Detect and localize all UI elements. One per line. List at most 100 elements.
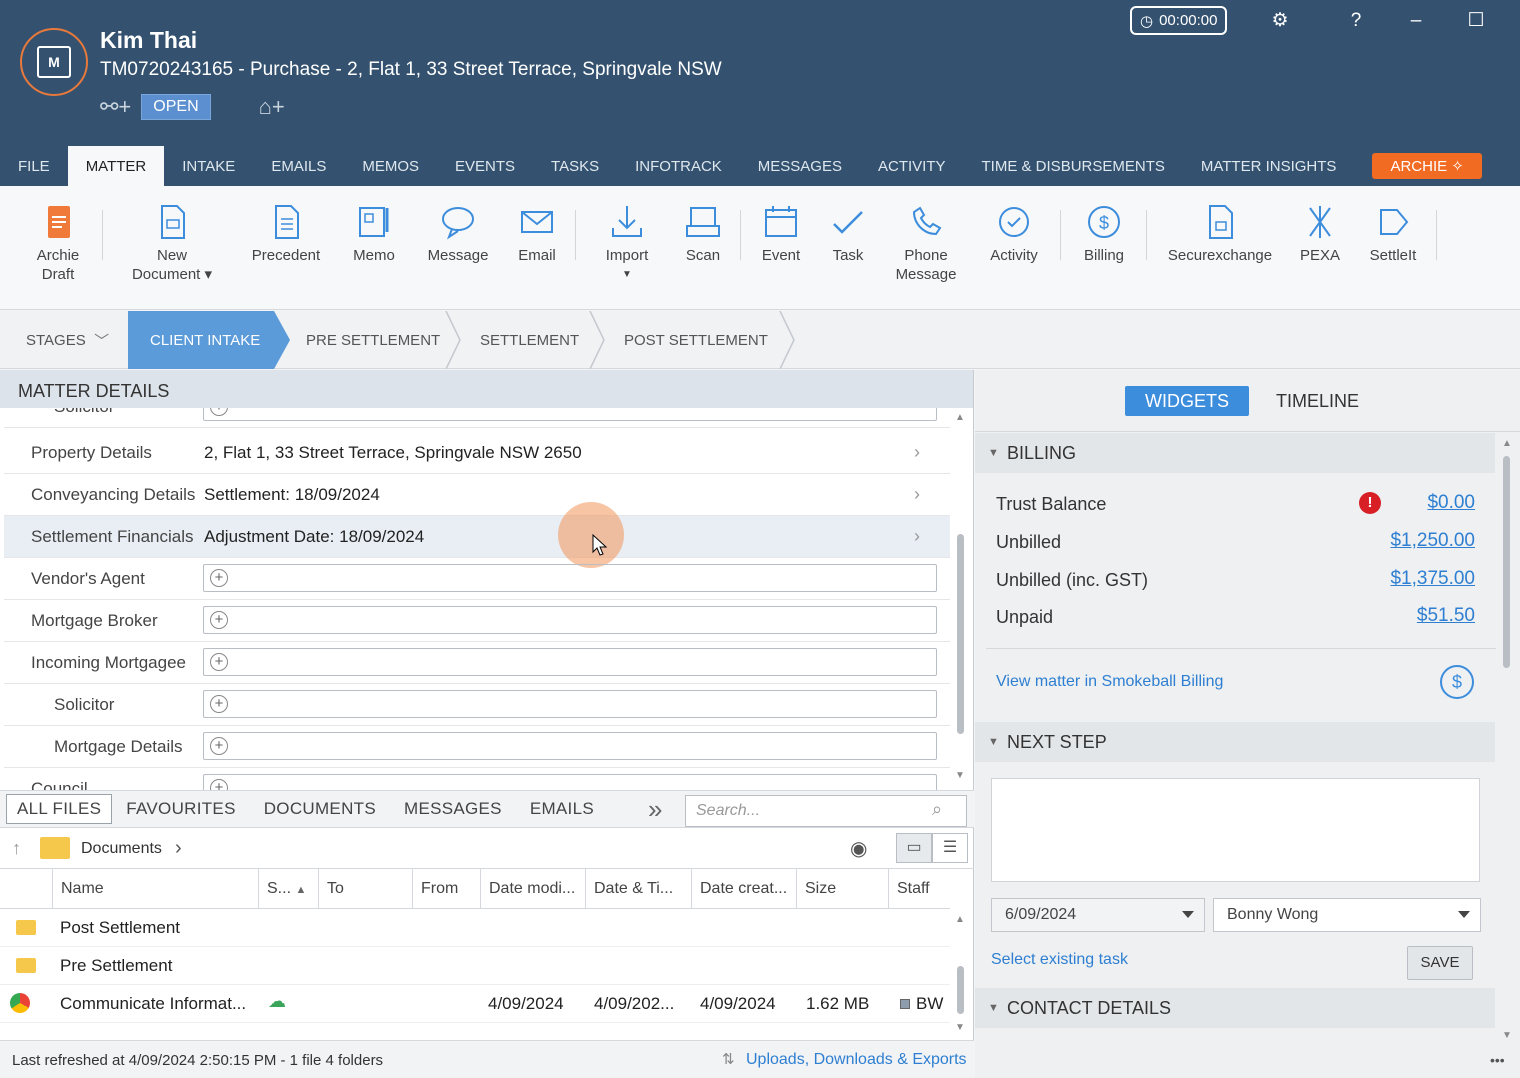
maximize-button[interactable]: ☐	[1446, 6, 1506, 35]
billing-dollar-icon[interactable]: $	[1440, 665, 1474, 699]
timer-button[interactable]: ◷ 00:00:00	[1130, 6, 1228, 35]
event-button[interactable]: Event	[758, 200, 804, 265]
tab-archie[interactable]: ARCHIE ✧	[1372, 153, 1482, 179]
help-button[interactable]: ?	[1326, 6, 1386, 35]
unbilled-gst-value[interactable]: $1,375.00	[1390, 568, 1475, 590]
stage-pre-settlement[interactable]: PRE SETTLEMENT	[306, 311, 440, 369]
tab-matter-insights[interactable]: MATTER INSIGHTS	[1183, 146, 1355, 186]
close-button[interactable]: ✕	[1506, 6, 1520, 35]
up-arrow-icon[interactable]: ↑	[12, 838, 21, 859]
tab-emails[interactable]: EMAILS	[516, 799, 608, 819]
list-item[interactable]: Mortgage Details +	[4, 726, 950, 768]
pexa-button[interactable]: PEXA	[1296, 200, 1344, 265]
table-row[interactable]: Pre Settlement	[0, 947, 950, 985]
tab-memos[interactable]: MEMOS	[344, 146, 437, 186]
next-step-section-header[interactable]: ▼ NEXT STEP	[975, 722, 1495, 762]
eye-icon[interactable]: ◉	[850, 836, 867, 861]
precedent-button[interactable]: Precedent	[248, 200, 324, 265]
col-date-modified[interactable]: Date modi...	[480, 869, 585, 909]
tab-file[interactable]: FILE	[0, 146, 68, 186]
add-tag-icon[interactable]: ⌂+	[259, 94, 285, 120]
tab-time-disbursements[interactable]: TIME & DISBURSEMENTS	[964, 146, 1183, 186]
list-item[interactable]: Mortgage Broker +	[4, 600, 950, 642]
securexchange-button[interactable]: Securexchange	[1164, 200, 1276, 265]
col-date-created[interactable]: Date creat...	[691, 869, 796, 909]
settleit-button[interactable]: SettleIt	[1362, 200, 1424, 265]
billing-section-header[interactable]: ▼ BILLING	[975, 433, 1495, 473]
col-name[interactable]: Name	[52, 869, 258, 909]
col-size[interactable]: Size	[796, 869, 888, 909]
stage-client-intake[interactable]: CLIENT INTAKE	[128, 311, 274, 369]
table-row[interactable]: Post Settlement	[0, 909, 950, 947]
tab-messages[interactable]: MESSAGES	[740, 146, 860, 186]
tab-widgets[interactable]: WIDGETS	[1125, 386, 1249, 416]
stages-dropdown[interactable]: STAGES ﹀	[26, 311, 109, 369]
next-step-date-select[interactable]: 6/09/2024	[991, 898, 1205, 932]
list-item[interactable]: Incoming Mortgagee +	[4, 642, 950, 684]
tab-favourites[interactable]: FAVOURITES	[112, 799, 249, 819]
list-item[interactable]: Council +	[4, 768, 950, 790]
matter-details-scrollbar[interactable]	[957, 534, 964, 734]
save-button[interactable]: SAVE	[1407, 946, 1473, 980]
scroll-up-icon[interactable]: ▲	[1502, 438, 1512, 449]
smokeball-billing-link[interactable]: View matter in Smokeball Billing	[996, 673, 1223, 691]
scroll-up-icon[interactable]: ▲	[955, 914, 965, 925]
status-badge[interactable]: OPEN	[141, 94, 211, 120]
col-date-time[interactable]: Date & Ti...	[585, 869, 691, 909]
folder-view-icon[interactable]: ▭	[896, 833, 932, 863]
billing-button[interactable]: $ Billing	[1076, 200, 1132, 265]
table-row[interactable]: Communicate Informat... ☁ 4/09/2024 4/09…	[0, 985, 950, 1023]
tab-timeline[interactable]: TIMELINE	[1256, 386, 1379, 416]
col-status[interactable]: S... ▲	[258, 869, 318, 909]
scroll-down-icon[interactable]: ▼	[1502, 1030, 1512, 1041]
more-options-icon[interactable]: •••	[1490, 1052, 1505, 1068]
archie-draft-button[interactable]: Archie Draft	[28, 200, 88, 284]
list-item[interactable]: Solicitor +	[4, 408, 950, 428]
select-existing-task-link[interactable]: Select existing task	[991, 951, 1128, 969]
minimize-button[interactable]: –	[1386, 6, 1446, 35]
message-button[interactable]: Message	[424, 200, 492, 265]
memo-button[interactable]: Memo	[346, 200, 402, 265]
next-step-staff-select[interactable]: Bonny Wong	[1213, 898, 1481, 932]
stage-settlement[interactable]: SETTLEMENT	[480, 311, 579, 369]
settings-gear-icon[interactable]: ⚙	[1250, 6, 1310, 35]
add-relationship-icon[interactable]: ⚯+	[100, 94, 131, 120]
tab-intake[interactable]: INTAKE	[164, 146, 253, 186]
stage-post-settlement[interactable]: POST SETTLEMENT	[624, 311, 768, 369]
col-staff[interactable]: Staff	[888, 869, 950, 909]
tab-tasks[interactable]: TASKS	[533, 146, 617, 186]
unbilled-value[interactable]: $1,250.00	[1390, 530, 1475, 552]
search-input[interactable]: Search...	[685, 795, 967, 827]
list-item[interactable]: Settlement Financials Adjustment Date: 1…	[4, 502, 950, 568]
widgets-scrollbar[interactable]	[1503, 456, 1510, 668]
trust-balance-value[interactable]: $0.00	[1427, 492, 1475, 514]
email-button[interactable]: Email	[512, 200, 562, 265]
files-scrollbar[interactable]	[957, 966, 964, 1014]
more-tabs-icon[interactable]: »	[648, 794, 662, 825]
new-document-button[interactable]: New Document ▾	[126, 200, 218, 284]
activity-button[interactable]: Activity	[984, 200, 1044, 265]
list-item[interactable]: Property Details 2, Flat 1, 33 Street Te…	[4, 432, 950, 474]
tab-events[interactable]: EVENTS	[437, 146, 533, 186]
next-step-textarea[interactable]	[991, 778, 1480, 882]
scroll-down-icon[interactable]: ▼	[955, 1022, 965, 1033]
task-button[interactable]: Task	[826, 200, 870, 265]
list-view-icon[interactable]: ☰	[932, 833, 968, 863]
tab-matter[interactable]: MATTER	[67, 146, 165, 186]
tab-infotrack[interactable]: INFOTRACK	[617, 146, 740, 186]
import-button[interactable]: Import ▼	[598, 200, 656, 284]
col-to[interactable]: To	[318, 869, 412, 909]
col-from[interactable]: From	[412, 869, 480, 909]
scan-button[interactable]: Scan	[680, 200, 726, 265]
tab-all-files[interactable]: ALL FILES	[6, 794, 113, 824]
unpaid-value[interactable]: $51.50	[1417, 605, 1475, 627]
list-item[interactable]: Conveyancing Details Settlement: 18/09/2…	[4, 474, 950, 516]
list-item[interactable]: Vendor's Agent +	[4, 558, 950, 600]
scroll-down-icon[interactable]: ▼	[955, 770, 965, 781]
contact-details-section-header[interactable]: ▼ CONTACT DETAILS	[975, 988, 1495, 1028]
tab-activity[interactable]: ACTIVITY	[860, 146, 964, 186]
tab-emails[interactable]: EMAILS	[253, 146, 344, 186]
breadcrumb-documents[interactable]: Documents	[81, 840, 162, 858]
list-item[interactable]: Solicitor +	[4, 684, 950, 726]
uploads-downloads-link[interactable]: Uploads, Downloads & Exports	[746, 1051, 967, 1069]
